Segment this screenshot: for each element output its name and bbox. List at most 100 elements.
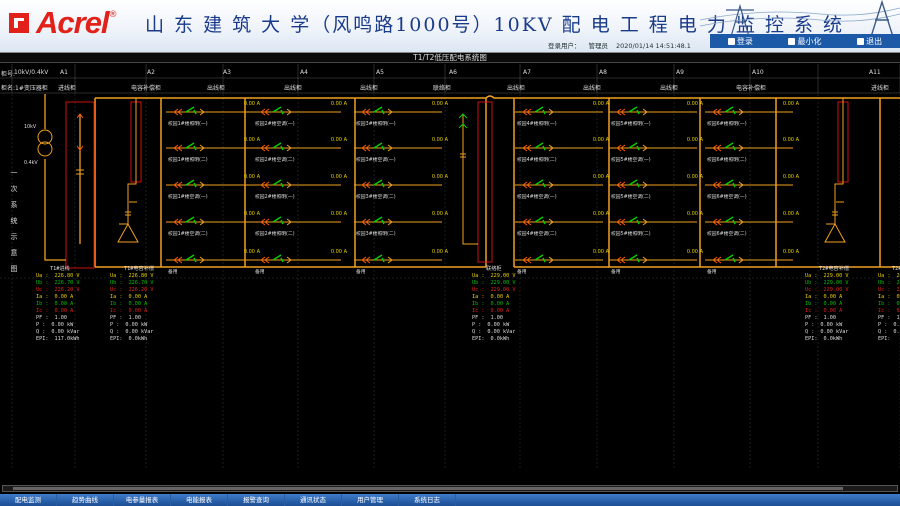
measurement-key: EPI: xyxy=(36,336,49,342)
measurement-value: 0.00 A xyxy=(823,308,843,314)
cabinet-id-a11: A11 xyxy=(869,69,881,76)
user-name: 管理员 xyxy=(588,42,609,50)
feeder-label[interactable]: 校园2#楼照明(一) xyxy=(255,193,295,200)
feeder-label[interactable]: 校园5#楼空调(二) xyxy=(611,193,651,200)
feeder-label[interactable]: 校园1#楼照明(二) xyxy=(168,156,208,163)
feeder-label[interactable]: 校园2#楼空调(一) xyxy=(255,120,295,127)
transformer-cabinet-label: 1#变压器柜 xyxy=(15,85,48,92)
voltage-label: 10kV/0.4kV xyxy=(14,69,49,76)
measurement-key: PF : xyxy=(36,315,49,321)
feeder-current-reading: 0.00 A xyxy=(686,101,703,107)
feeder-label[interactable]: 备用 xyxy=(517,268,527,275)
feeder-label[interactable]: 校园3#楼空调(二) xyxy=(356,193,396,200)
measurement-value: 0.00 A xyxy=(823,301,843,307)
feeder-label[interactable]: 校园3#楼照明(一) xyxy=(356,120,396,127)
login-button[interactable]: 登录 xyxy=(727,36,753,47)
nav-item[interactable]: 报警查询 xyxy=(228,494,285,506)
measurement-value: 1.00 xyxy=(490,315,504,321)
cabinet-id-a10: A10 xyxy=(752,69,764,76)
header-buttons: 登录 最小化 退出 xyxy=(710,34,900,48)
cabinet-id-a9: A9 xyxy=(676,69,684,76)
measurement-value: 229 xyxy=(896,287,900,293)
feeder-label[interactable]: 校园4#楼空调(一) xyxy=(517,193,557,200)
feeder-label[interactable]: 校园5#楼照明(一) xyxy=(611,120,651,127)
measurement-value: 229.00 V xyxy=(823,287,849,293)
nav-item[interactable]: 系统日志 xyxy=(399,494,456,506)
feeder-label[interactable]: 校园5#楼空调(一) xyxy=(611,156,651,163)
nav-item[interactable]: 配电监测 xyxy=(0,494,57,506)
window-title: T1/T2低压配电系统图 xyxy=(0,52,900,63)
feeder-label[interactable]: 校园1#楼空调(一) xyxy=(168,193,208,200)
feeder-current-reading: 0.00 A xyxy=(686,249,703,255)
feeder-label[interactable]: 校园1#楼照明(一) xyxy=(168,120,208,127)
nav-item[interactable]: 趋势曲线 xyxy=(57,494,114,506)
feeder-label[interactable]: 校园6#楼照明(二) xyxy=(707,156,747,163)
busbar xyxy=(94,95,900,268)
acrel-logo: Acrel ® xyxy=(8,5,118,40)
measurement-key: Ua : xyxy=(472,273,485,279)
feeder-label[interactable]: 校园4#楼空调(二) xyxy=(517,230,557,237)
nav-item[interactable]: 用户管理 xyxy=(342,494,399,506)
feeder-current-reading: 0.00 A xyxy=(330,249,347,255)
measurement-value: 0.0kWh xyxy=(128,336,148,342)
measurement-value: 229 xyxy=(896,280,900,286)
measurement-key: P : xyxy=(805,322,815,328)
measurement-key: Ic : xyxy=(878,308,891,314)
feeder-label[interactable]: 备用 xyxy=(707,268,717,275)
measurement-value: 229.00 V xyxy=(490,280,516,286)
measurement-value: 0.00 A xyxy=(54,294,74,300)
feeder-label[interactable]: 校园1#楼空调(二) xyxy=(168,230,208,237)
measurement-key: Ua : xyxy=(805,273,818,279)
cabinet-no-label: 柜号: xyxy=(1,71,16,78)
minimize-button[interactable]: 最小化 xyxy=(788,36,821,47)
feeder-label[interactable]: 校园3#楼空调(一) xyxy=(356,156,396,163)
nav-item[interactable]: 通讯状态 xyxy=(285,494,342,506)
feeder-label[interactable]: 备用 xyxy=(255,268,265,275)
logo-text: Acrel xyxy=(36,5,110,40)
measurement-value: 0.00 A xyxy=(54,301,74,307)
measurement-panel: T1#进线 Ua : 226.80 V Ub : 226.70 V Uc : 226.20 … xyxy=(36,266,80,343)
feeder-label[interactable]: 备用 xyxy=(611,268,621,275)
measurement-value: 0.00 kW xyxy=(125,322,148,328)
nav-item[interactable]: 电参量报表 xyxy=(114,494,171,506)
cabinet-name-a8: 出线柜 xyxy=(583,85,602,92)
cabinet-id-a2: A2 xyxy=(147,69,155,76)
measurement-key: Ub : xyxy=(805,280,818,286)
feeder-current-reading: 0.00 A xyxy=(431,249,448,255)
horizontal-scrollbar[interactable] xyxy=(2,485,898,492)
measurement-key: Ib : xyxy=(472,301,485,307)
measurement-value: 226.20 V xyxy=(128,287,154,293)
scrollbar-thumb[interactable] xyxy=(13,487,843,490)
measurement-value: 226.20 V xyxy=(54,287,80,293)
feeder-current-reading: 0.00 A xyxy=(782,211,799,217)
measurement-key: Q : xyxy=(36,329,46,335)
measurement-key: Ia : xyxy=(36,294,49,300)
cabinet-id-a8: A8 xyxy=(599,69,607,76)
feeder-current-reading: 0.00 A xyxy=(330,137,347,143)
feeder-label[interactable]: 校园5#楼照明(二) xyxy=(611,230,651,237)
feeder-label[interactable]: 备用 xyxy=(356,268,366,275)
nav-item[interactable]: 电能报表 xyxy=(171,494,228,506)
feeder-label[interactable]: 校园4#楼照明(一) xyxy=(517,120,557,127)
feeder-label[interactable]: 备用 xyxy=(168,268,178,275)
feeder-label[interactable]: 校园4#楼照明(二) xyxy=(517,156,557,163)
bottom-nav: 配电监测 趋势曲线 电参量报表 电能报表 报警查询 通讯状态 用户管理 系统日志 xyxy=(0,494,900,506)
feeder-label[interactable]: 校园6#楼空调(一) xyxy=(707,193,747,200)
measurement-key: Q : xyxy=(110,329,120,335)
feeder-label[interactable]: 校园2#楼空调(二) xyxy=(255,156,295,163)
feeder-label[interactable]: 校园6#楼照明(一) xyxy=(707,120,747,127)
measurement-value: 0.00 A xyxy=(823,294,843,300)
measurement-panel: T2#进线Ua : 229 Ub : 229 Uc : 229 Ia : 0. Ib : 0. Ic… xyxy=(878,266,900,343)
feeder-label[interactable]: 校园3#楼照明(二) xyxy=(356,230,396,237)
single-line-diagram: 一次系统示意图 10kV 0.4kV 0.00 A 校园1#楼照明(一) 0.00 … xyxy=(0,94,900,474)
measurement-title: T1#进线 xyxy=(50,266,70,272)
measurement-value: 0.00 kVar xyxy=(51,329,80,335)
feeder-label[interactable]: 校园6#楼空调(二) xyxy=(707,230,747,237)
login-info: 登录用户： 管理员 2020/01/14 14:51:48.1 xyxy=(548,40,699,50)
feeder-current-reading: 0.00 A xyxy=(330,101,347,107)
measurement-key: Ic : xyxy=(36,308,49,314)
feeder-label[interactable]: 校园2#楼照明(二) xyxy=(255,230,295,237)
measurement-key: Ic : xyxy=(472,308,485,314)
minimize-icon xyxy=(788,37,796,45)
exit-button[interactable]: 退出 xyxy=(857,36,882,47)
